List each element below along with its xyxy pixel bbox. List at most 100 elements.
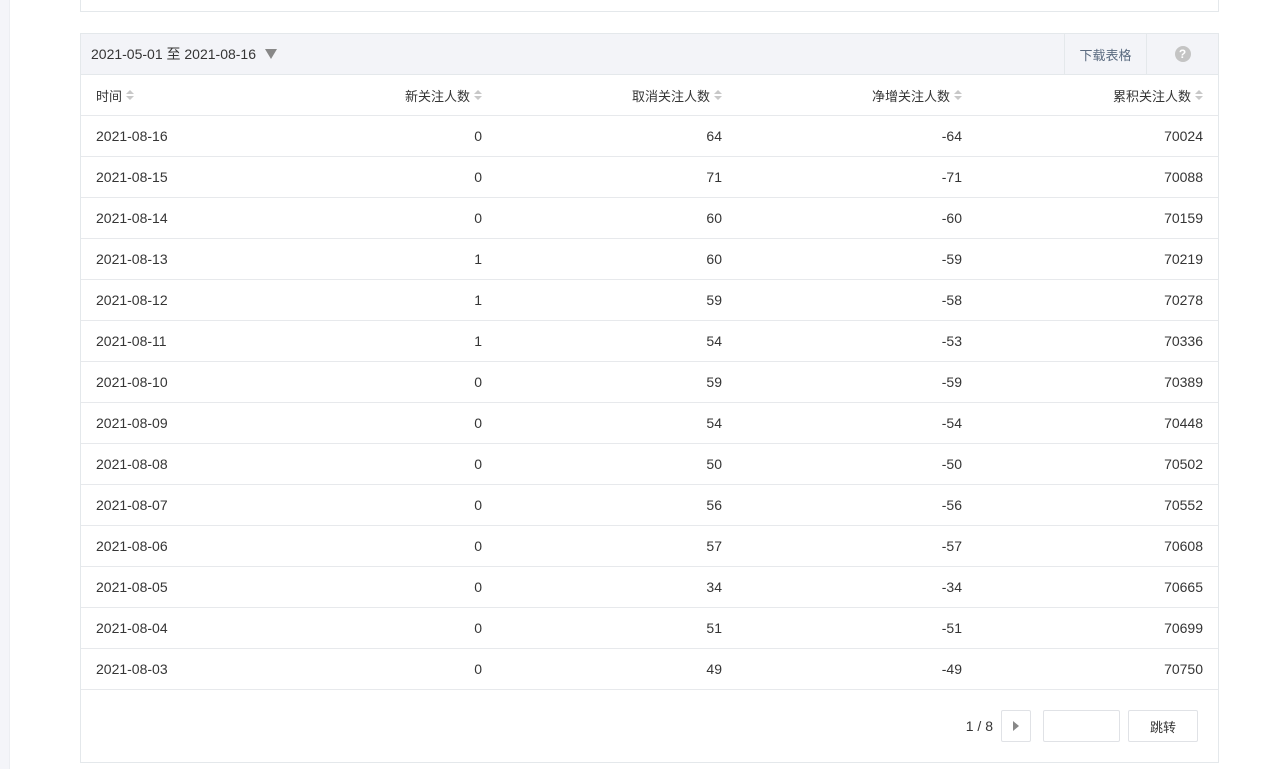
next-page-button[interactable] xyxy=(1001,710,1031,742)
sort-icon xyxy=(714,90,722,100)
sort-icon xyxy=(1195,90,1203,100)
question-icon: ? xyxy=(1174,46,1191,62)
table-cell: 70448 xyxy=(1164,415,1203,431)
table-cell: 2021-08-11 xyxy=(96,333,167,349)
pagination: 1 / 8 跳转 xyxy=(966,710,1198,742)
table-cell: 50 xyxy=(706,456,722,472)
table-cell: 70389 xyxy=(1164,374,1203,390)
sort-icon xyxy=(474,90,482,100)
table-cell: 59 xyxy=(706,374,722,390)
table-cell: -60 xyxy=(941,210,962,226)
column-header-2[interactable]: 取消关注人数 xyxy=(482,86,722,105)
table-row: 2021-08-07 0 56 -56 70552 xyxy=(81,485,1218,526)
table-cell: -51 xyxy=(941,620,962,636)
table-row: 2021-08-15 0 71 -71 70088 xyxy=(81,157,1218,198)
table-header-row: 时间 新关注人数 取消关注人数 净增关注人数 累积关注人数 xyxy=(81,75,1218,116)
table-cell: 2021-08-16 xyxy=(96,128,168,144)
table-cell: 70336 xyxy=(1164,333,1203,349)
table-cell: -50 xyxy=(941,456,962,472)
page-jump-input[interactable] xyxy=(1043,710,1120,742)
table-cell: 60 xyxy=(706,251,722,267)
table-cell: 0 xyxy=(474,661,482,677)
panel-header: 2021-05-01 至 2021-08-16 下载表格 ? xyxy=(81,34,1218,75)
table-cell: 0 xyxy=(474,169,482,185)
column-header-label: 时间 xyxy=(96,88,123,104)
column-header-label: 新关注人数 xyxy=(404,88,470,104)
table-cell: -71 xyxy=(941,169,962,185)
table-cell: 70502 xyxy=(1164,456,1203,472)
table-cell: 2021-08-15 xyxy=(96,169,168,185)
table-cell: 0 xyxy=(474,497,482,513)
date-range-picker[interactable]: 2021-05-01 至 2021-08-16 xyxy=(81,44,278,64)
table-cell: 56 xyxy=(706,497,722,513)
table-cell: 2021-08-13 xyxy=(96,251,168,267)
table-cell: 2021-08-03 xyxy=(96,661,168,677)
table-cell: 70024 xyxy=(1164,128,1203,144)
table-cell: 71 xyxy=(706,169,722,185)
table-cell: 57 xyxy=(706,538,722,554)
table-cell: 2021-08-10 xyxy=(96,374,168,390)
table-cell: 2021-08-14 xyxy=(96,210,168,226)
table-cell: -49 xyxy=(941,661,962,677)
table-row: 2021-08-10 0 59 -59 70389 xyxy=(81,362,1218,403)
page-info: 1 / 8 xyxy=(965,718,993,734)
table-row: 2021-08-13 1 60 -59 70219 xyxy=(81,239,1218,280)
help-button[interactable]: ? xyxy=(1146,34,1218,74)
left-sidebar-edge xyxy=(0,0,10,769)
column-header-0[interactable]: 时间 xyxy=(81,86,321,105)
table-cell: -59 xyxy=(941,251,962,267)
table-cell: 0 xyxy=(474,210,482,226)
table-cell: 0 xyxy=(474,128,482,144)
table-row: 2021-08-09 0 54 -54 70448 xyxy=(81,403,1218,444)
data-table-panel: 2021-05-01 至 2021-08-16 下载表格 ? 时间 新关注人数 取消… xyxy=(80,33,1219,763)
jump-button[interactable]: 跳转 xyxy=(1128,710,1198,742)
table-row: 2021-08-08 0 50 -50 70502 xyxy=(81,444,1218,485)
table-cell: 70665 xyxy=(1164,579,1203,595)
table-cell: 1 xyxy=(474,333,482,349)
table-cell: 0 xyxy=(474,374,482,390)
table-cell: 70699 xyxy=(1164,620,1203,636)
table-row: 2021-08-12 1 59 -58 70278 xyxy=(81,280,1218,321)
date-range-label: 2021-05-01 至 2021-08-16 xyxy=(91,46,257,62)
table-cell: 2021-08-07 xyxy=(96,497,168,513)
table-cell: 2021-08-12 xyxy=(96,292,168,308)
table-cell: 0 xyxy=(474,620,482,636)
table-cell: 0 xyxy=(474,538,482,554)
column-header-4[interactable]: 累积关注人数 xyxy=(962,86,1203,105)
table-cell: 54 xyxy=(706,415,722,431)
sort-icon xyxy=(954,90,962,100)
table-cell: -59 xyxy=(941,374,962,390)
column-header-3[interactable]: 净增关注人数 xyxy=(722,86,962,105)
table-cell: 1 xyxy=(474,292,482,308)
table-cell: -54 xyxy=(941,415,962,431)
table-cell: 1 xyxy=(474,251,482,267)
table-row: 2021-08-16 0 64 -64 70024 xyxy=(81,116,1218,157)
table-row: 2021-08-11 1 54 -53 70336 xyxy=(81,321,1218,362)
table-cell: 0 xyxy=(474,415,482,431)
table-row: 2021-08-04 0 51 -51 70699 xyxy=(81,608,1218,649)
table-cell: 49 xyxy=(706,661,722,677)
table-cell: 51 xyxy=(706,620,722,636)
column-header-label: 取消关注人数 xyxy=(631,88,710,104)
table-cell: 54 xyxy=(706,333,722,349)
table-cell: 34 xyxy=(706,579,722,595)
table-cell: 2021-08-05 xyxy=(96,579,168,595)
column-header-1[interactable]: 新关注人数 xyxy=(321,86,482,105)
download-table-button[interactable]: 下载表格 xyxy=(1064,34,1146,74)
table-cell: -57 xyxy=(941,538,962,554)
previous-panel xyxy=(80,0,1219,12)
table-row: 2021-08-06 0 57 -57 70608 xyxy=(81,526,1218,567)
column-header-label: 累积关注人数 xyxy=(1112,88,1191,104)
table-cell: 70552 xyxy=(1164,497,1203,513)
table-cell: 70750 xyxy=(1164,661,1203,677)
table-cell: 0 xyxy=(474,579,482,595)
table-cell: -56 xyxy=(941,497,962,513)
table-cell: 2021-08-06 xyxy=(96,538,168,554)
table-cell: 2021-08-04 xyxy=(96,620,168,636)
table-cell: 70219 xyxy=(1164,251,1203,267)
table-cell: 64 xyxy=(706,128,722,144)
table-row: 2021-08-03 0 49 -49 70750 xyxy=(81,649,1218,690)
table-cell: 70608 xyxy=(1164,538,1203,554)
table-row: 2021-08-05 0 34 -34 70665 xyxy=(81,567,1218,608)
table-cell: 70159 xyxy=(1164,210,1203,226)
